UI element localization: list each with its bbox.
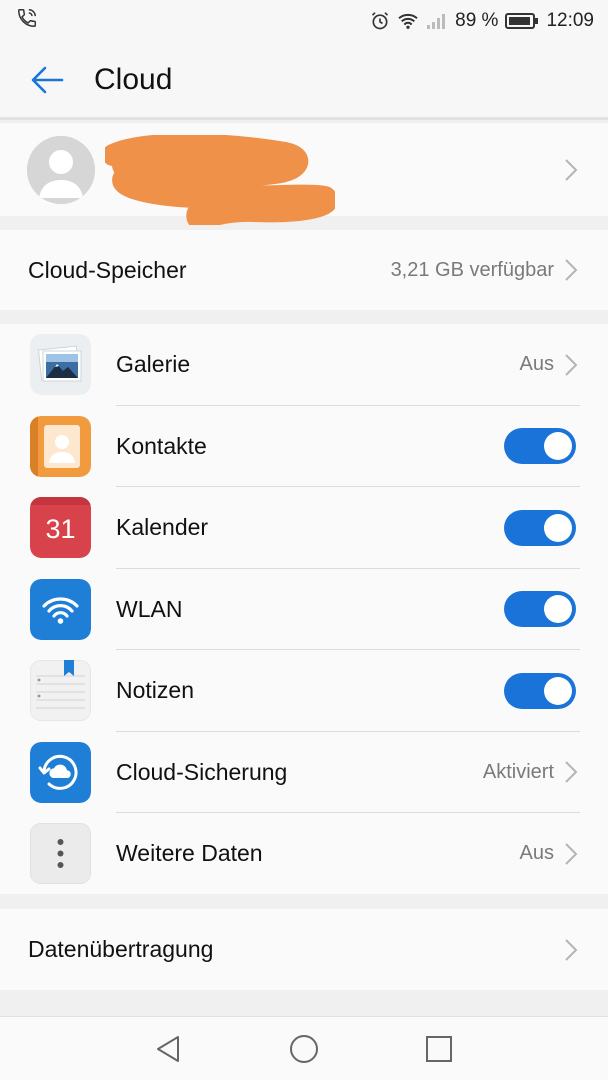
clock: 12:09 <box>546 10 594 31</box>
wifi-status-icon <box>397 12 419 30</box>
wlan-toggle[interactable] <box>504 591 576 628</box>
avatar <box>27 135 95 204</box>
data-transfer-row[interactable]: Datenübertragung <box>0 909 608 990</box>
galerie-status: Aus <box>519 353 554 376</box>
kalender-toggle[interactable] <box>504 509 576 546</box>
list-item-wlan[interactable]: WLAN <box>0 569 608 650</box>
more-data-icon <box>30 823 91 885</box>
galerie-label: Galerie <box>116 351 191 378</box>
triangle-back-icon <box>157 1036 179 1062</box>
notizen-label: Notizen <box>116 677 194 704</box>
list-item-notizen[interactable]: Notizen <box>0 650 608 732</box>
nav-back-button[interactable] <box>150 1031 186 1067</box>
chevron-right-icon <box>565 761 578 783</box>
sync-app-list: Galerie Aus Kontakte 31 Kalender WLAN No… <box>0 324 608 894</box>
status-bar: 89 % 12:09 <box>0 0 608 42</box>
cloud-sicherung-status: Aktiviert <box>482 760 554 783</box>
battery-icon <box>505 12 539 30</box>
arrow-back-icon <box>31 66 64 93</box>
navigation-bar <box>0 1016 608 1080</box>
calendar-icon: 31 <box>30 497 91 559</box>
cloud-storage-label: Cloud-Speicher <box>28 256 187 283</box>
cloud-storage-value: 3,21 GB verfügbar <box>390 258 554 281</box>
toggle-knob <box>544 513 572 542</box>
square-recents-icon <box>426 1036 452 1062</box>
kontakte-label: Kontakte <box>116 432 207 459</box>
signal-icon <box>426 12 448 30</box>
nav-recents-button[interactable] <box>421 1031 457 1067</box>
chevron-right-icon <box>565 158 578 181</box>
wlan-label: WLAN <box>116 595 183 622</box>
redaction-scribble <box>105 135 335 225</box>
default-avatar-icon <box>27 135 95 204</box>
weitere-daten-label: Weitere Daten <box>116 840 263 867</box>
notizen-toggle[interactable] <box>504 672 576 709</box>
battery-percent: 89 % <box>455 10 499 31</box>
list-item-kontakte[interactable]: Kontakte <box>0 406 608 487</box>
weitere-daten-status: Aus <box>519 842 554 865</box>
cloud-storage-row[interactable]: Cloud-Speicher 3,21 GB verfügbar <box>0 230 608 310</box>
list-item-weitere-daten[interactable]: Weitere Daten Aus <box>0 813 608 895</box>
notes-icon <box>30 660 91 722</box>
chevron-right-icon <box>565 938 578 961</box>
kontakte-toggle[interactable] <box>504 428 576 465</box>
nav-home-button[interactable] <box>286 1031 322 1067</box>
wifi-icon <box>30 578 91 640</box>
action-bar: Cloud <box>0 42 608 120</box>
page-title: Cloud <box>94 62 173 96</box>
contacts-icon <box>30 415 91 477</box>
alarm-icon <box>370 11 390 31</box>
cloud-backup-icon <box>30 741 91 803</box>
phone-call-icon <box>16 7 38 35</box>
toggle-knob <box>544 432 572 461</box>
chevron-right-icon <box>565 843 578 865</box>
kalender-label: Kalender <box>116 514 209 541</box>
data-transfer-label: Datenübertragung <box>28 936 214 962</box>
toggle-knob <box>544 676 572 705</box>
calendar-day-number: 31 <box>45 514 75 544</box>
gallery-icon <box>30 334 91 396</box>
chevron-right-icon <box>565 354 578 376</box>
list-item-galerie[interactable]: Galerie Aus <box>0 324 608 406</box>
cloud-sicherung-label: Cloud-Sicherung <box>116 758 288 785</box>
chevron-right-icon <box>565 259 578 281</box>
circle-home-icon <box>290 1035 318 1063</box>
list-item-cloud-sicherung[interactable]: Cloud-Sicherung Aktiviert <box>0 732 608 813</box>
toggle-knob <box>544 595 572 624</box>
back-button[interactable] <box>0 41 94 119</box>
list-item-kalender[interactable]: 31 Kalender <box>0 487 608 569</box>
